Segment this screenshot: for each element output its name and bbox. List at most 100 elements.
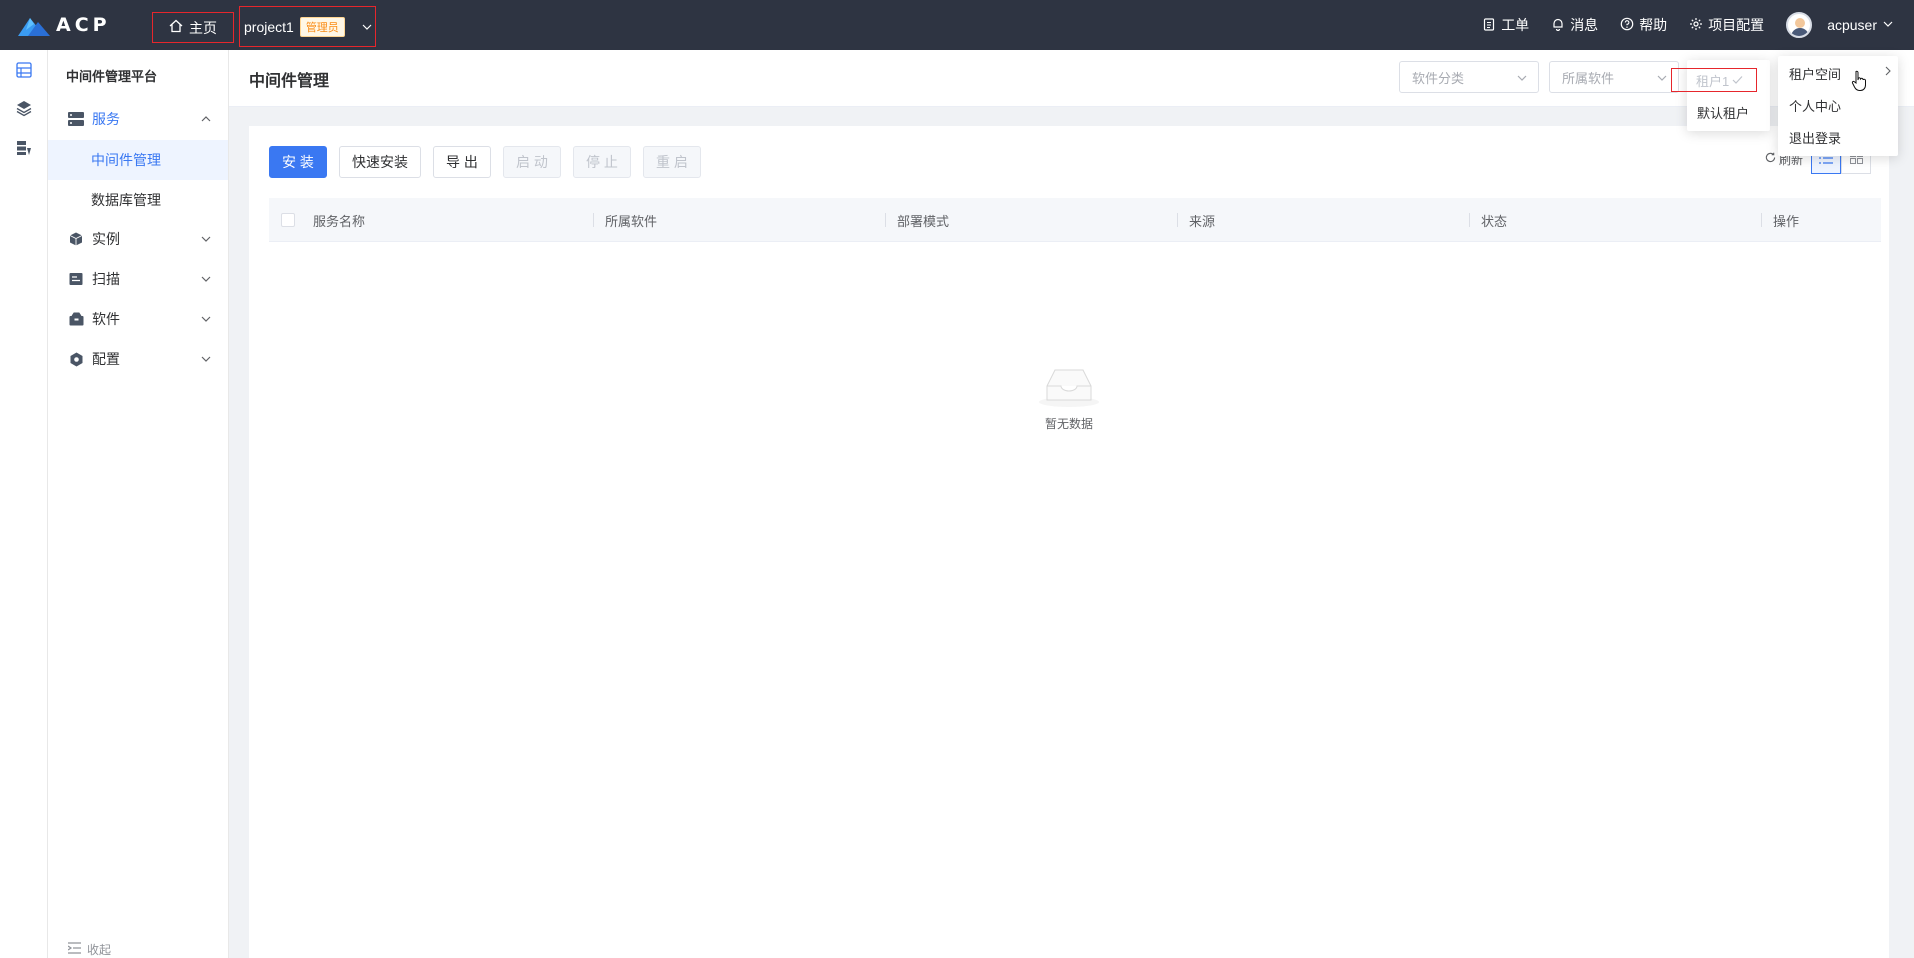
tenant-default-item[interactable]: 默认租户 bbox=[1697, 103, 1749, 122]
sidebar-item-instance[interactable]: 实例 bbox=[48, 219, 228, 259]
empty-inbox-icon bbox=[1037, 364, 1101, 411]
tenant-space-item[interactable]: 租户空间 bbox=[1789, 64, 1891, 83]
column-header[interactable]: 状态 bbox=[1481, 198, 1507, 242]
help-label: 帮助 bbox=[1639, 17, 1668, 33]
personal-center-item[interactable]: 个人中心 bbox=[1789, 96, 1841, 115]
collapse-label: 收起 bbox=[87, 943, 112, 957]
column-header[interactable]: 操作 bbox=[1773, 198, 1799, 242]
chevron-down-icon bbox=[200, 352, 212, 368]
sidebar-item-label: 服务 bbox=[92, 111, 120, 127]
hand-cursor-icon bbox=[1851, 70, 1869, 95]
tickets-link[interactable]: 工单 bbox=[1482, 15, 1529, 35]
sidebar-item-label: 软件 bbox=[92, 311, 120, 327]
table-header: 服务名称 所属软件 部署模式 来源 状态 操作 bbox=[269, 198, 1881, 242]
tenant-1-item[interactable]: 租户1 bbox=[1671, 68, 1757, 92]
project-selector[interactable]: project1 管理员 bbox=[239, 6, 376, 47]
column-divider bbox=[1761, 213, 1762, 227]
collapse-sidebar-button[interactable]: 收起 bbox=[67, 941, 112, 958]
empty-state: 暂无数据 bbox=[249, 364, 1889, 432]
server-icon bbox=[68, 111, 84, 127]
chevron-down-icon bbox=[200, 232, 212, 248]
sidebar-item-software[interactable]: 软件 bbox=[48, 299, 228, 339]
messages-label: 消息 bbox=[1570, 17, 1599, 33]
column-divider bbox=[885, 213, 886, 227]
stop-button[interactable]: 停 止 bbox=[573, 146, 631, 178]
home-label: 主页 bbox=[189, 19, 217, 36]
column-header[interactable]: 部署模式 bbox=[897, 198, 949, 242]
project-config-label: 项目配置 bbox=[1708, 17, 1765, 33]
acp-logo[interactable]: ACP bbox=[18, 12, 111, 38]
sidebar-subitem-label: 中间件管理 bbox=[91, 152, 161, 168]
gear-icon bbox=[1689, 17, 1703, 34]
check-icon bbox=[1732, 73, 1743, 88]
chevron-right-icon bbox=[1883, 65, 1893, 80]
avatar bbox=[1786, 12, 1813, 38]
install-button[interactable]: 安 装 bbox=[269, 146, 327, 178]
clipboard-icon bbox=[1482, 17, 1496, 34]
chevron-down-icon bbox=[361, 20, 373, 36]
column-divider bbox=[593, 213, 594, 227]
refresh-icon bbox=[1765, 152, 1776, 166]
chevron-up-icon bbox=[200, 112, 212, 128]
sidebar-item-config[interactable]: 配置 bbox=[48, 339, 228, 379]
sidebar-item-service[interactable]: 服务 bbox=[48, 99, 228, 139]
top-bar: ACP 主页 project1 管理员 工单 消息 帮助 项目配置 acpuse… bbox=[0, 0, 1914, 50]
user-dropdown-menu: 租户空间 个人中心 退出登录 bbox=[1778, 56, 1898, 156]
sidebar-subitem-label: 数据库管理 bbox=[91, 192, 161, 208]
project-name: project1 bbox=[244, 18, 294, 35]
icon-rail bbox=[0, 50, 48, 958]
sidebar-item-label: 扫描 bbox=[92, 271, 120, 287]
software-category-select[interactable]: 软件分类 bbox=[1399, 61, 1539, 93]
column-header[interactable]: 服务名称 bbox=[313, 198, 365, 242]
start-button[interactable]: 启 动 bbox=[503, 146, 561, 178]
chevron-down-icon bbox=[1656, 72, 1668, 87]
home-icon bbox=[169, 19, 183, 36]
select-placeholder: 所属软件 bbox=[1562, 70, 1615, 86]
project-config-link[interactable]: 项目配置 bbox=[1689, 15, 1764, 35]
column-divider bbox=[1177, 213, 1178, 227]
column-divider bbox=[1469, 213, 1470, 227]
config-icon bbox=[68, 351, 84, 367]
column-header[interactable]: 所属软件 bbox=[605, 198, 657, 242]
home-button[interactable]: 主页 bbox=[152, 12, 234, 43]
middleware-icon[interactable] bbox=[14, 60, 34, 80]
sidebar-item-middleware-management[interactable]: 中间件管理 bbox=[48, 140, 228, 180]
select-placeholder: 软件分类 bbox=[1412, 70, 1465, 86]
page-title: 中间件管理 bbox=[249, 73, 330, 90]
chevron-down-icon bbox=[200, 272, 212, 288]
page-header: 中间件管理 软件分类 所属软件 bbox=[229, 50, 1914, 107]
username: acpuser bbox=[1827, 17, 1877, 33]
sidebar-item-label: 实例 bbox=[92, 231, 120, 247]
database-icon[interactable] bbox=[14, 138, 34, 158]
select-all-checkbox[interactable] bbox=[281, 213, 295, 227]
empty-text: 暂无数据 bbox=[1044, 417, 1093, 431]
sidebar-item-label: 配置 bbox=[92, 351, 120, 367]
help-link[interactable]: 帮助 bbox=[1620, 15, 1667, 35]
role-badge: 管理员 bbox=[299, 16, 345, 37]
sidebar: 中间件管理平台 服务 中间件管理 数据库管理 实例 扫描 软件 配置 收起 bbox=[48, 50, 229, 958]
logo-mountain-icon bbox=[18, 14, 50, 36]
menu-item-label: 租户空间 bbox=[1789, 67, 1842, 82]
help-icon bbox=[1620, 17, 1634, 34]
quick-install-button[interactable]: 快速安装 bbox=[339, 146, 421, 178]
package-icon bbox=[68, 311, 84, 327]
content-card: 安 装 快速安装 导 出 启 动 停 止 重 启 刷新 服务名称 所属软件 部署… bbox=[249, 126, 1889, 958]
top-right-links: 工单 消息 帮助 项目配置 acpuser bbox=[1482, 0, 1894, 50]
chevron-down-icon bbox=[200, 312, 212, 328]
logo-text: ACP bbox=[56, 14, 111, 36]
messages-link[interactable]: 消息 bbox=[1551, 15, 1598, 35]
sidebar-item-scan[interactable]: 扫描 bbox=[48, 259, 228, 299]
layers-icon[interactable] bbox=[14, 98, 34, 118]
restart-button[interactable]: 重 启 bbox=[643, 146, 701, 178]
cube-icon bbox=[68, 231, 84, 247]
tenant-1-label: 租户1 bbox=[1696, 73, 1730, 89]
column-header[interactable]: 来源 bbox=[1189, 198, 1215, 242]
collapse-icon bbox=[67, 942, 81, 957]
software-select[interactable]: 所属软件 bbox=[1549, 61, 1679, 93]
export-button[interactable]: 导 出 bbox=[433, 146, 491, 178]
user-menu-trigger[interactable]: acpuser bbox=[1786, 12, 1894, 38]
bell-icon bbox=[1551, 17, 1565, 34]
tickets-label: 工单 bbox=[1501, 17, 1530, 33]
logout-item[interactable]: 退出登录 bbox=[1789, 128, 1841, 147]
sidebar-item-database-management[interactable]: 数据库管理 bbox=[48, 180, 228, 220]
